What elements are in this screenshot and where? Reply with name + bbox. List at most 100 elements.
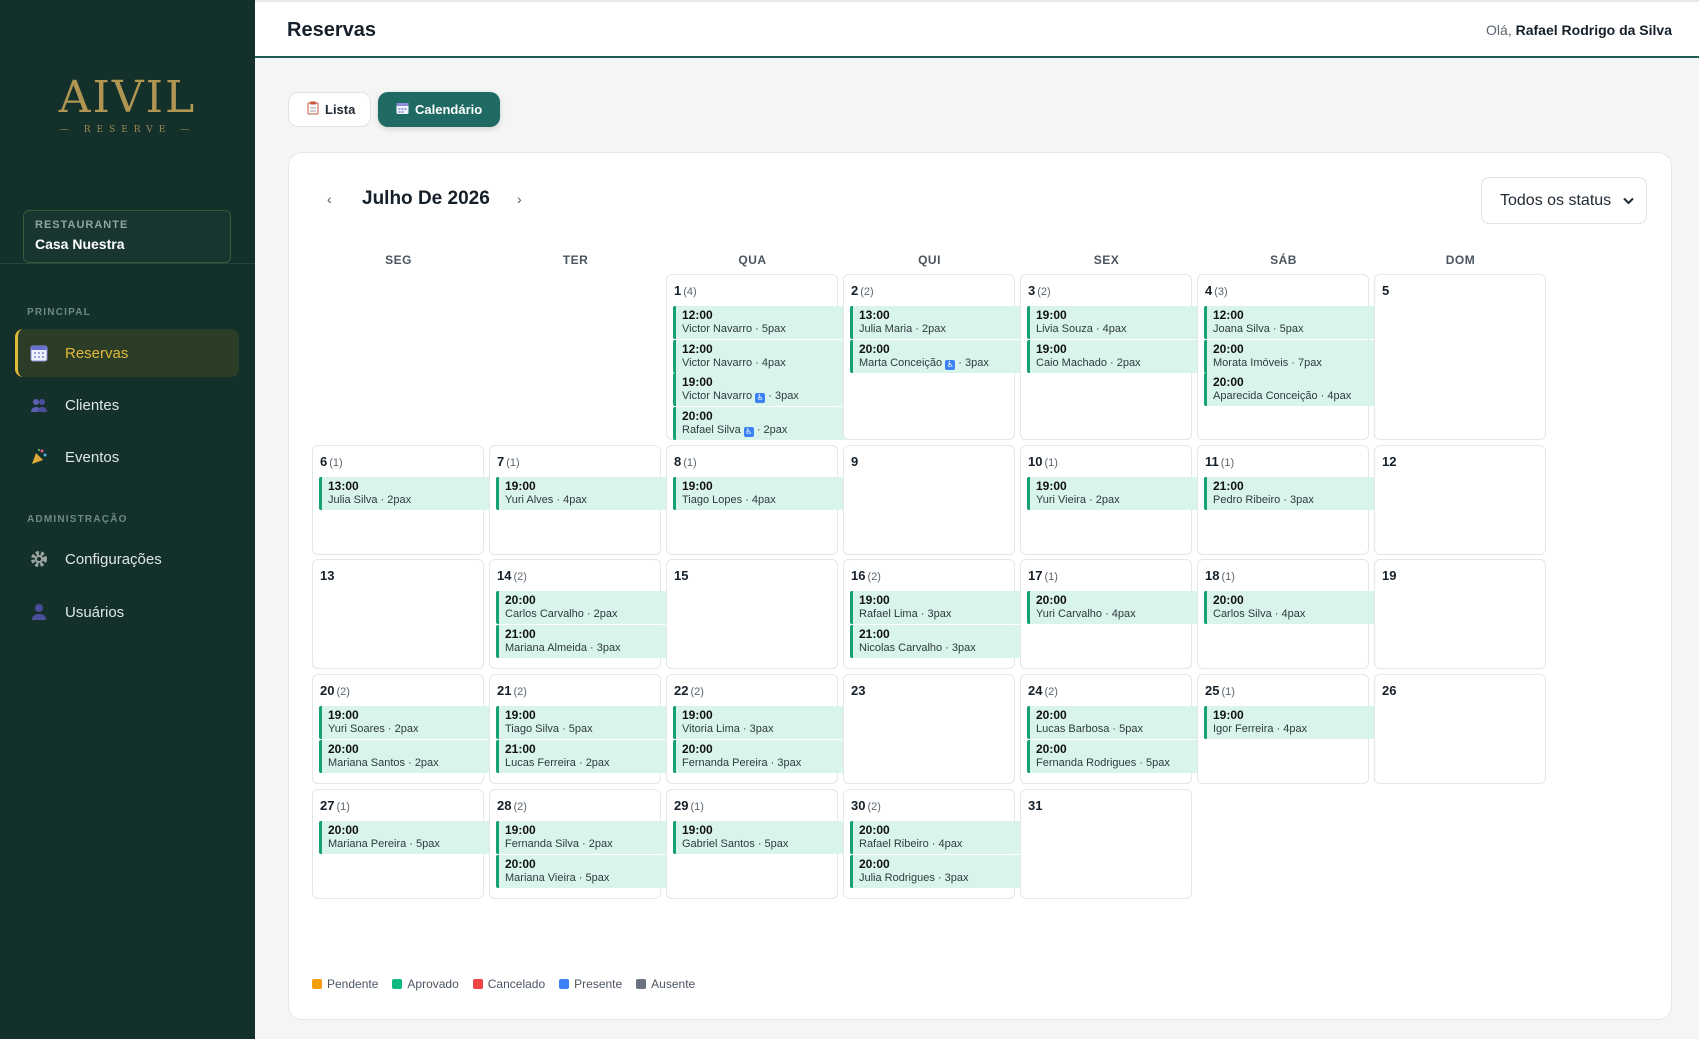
reservation-item[interactable]: 12:00 Victor Navarro · 4pax: [673, 339, 846, 373]
calendar-day-24[interactable]: 24 (2) 20:00 Lucas Barbosa · 5pax 20:00 Ferna…: [1020, 674, 1200, 784]
calendar-day-20[interactable]: 20 (2) 19:00 Yuri Soares · 2pax 20:00 Mariana…: [312, 674, 492, 784]
reservation-item[interactable]: 20:00 Morata Imóveis · 7pax: [1204, 339, 1377, 373]
reservation-item[interactable]: 20:00 Fernanda Rodrigues · 5pax: [1027, 739, 1200, 773]
calendar-day-23[interactable]: 23: [843, 674, 1015, 784]
calendar-day-19[interactable]: 19: [1374, 559, 1546, 669]
calendar-day-25[interactable]: 25 (1) 19:00 Igor Ferreira · 4pax: [1197, 674, 1377, 784]
reservation-guest-text: Livia Souza · 4pax: [1036, 323, 1127, 335]
reservation-item[interactable]: 20:00 Carlos Silva · 4pax: [1204, 591, 1377, 624]
calendar-day-17[interactable]: 17 (1) 20:00 Yuri Carvalho · 4pax: [1020, 559, 1200, 669]
reservation-item[interactable]: 12:00 Joana Silva · 5pax: [1204, 306, 1377, 339]
reservation-item[interactable]: 20:00 Fernanda Pereira · 3pax: [673, 739, 846, 773]
legend-item: Pendente: [312, 977, 378, 991]
legend-label: Aprovado: [407, 977, 459, 991]
reservation-item[interactable]: 20:00 Aparecida Conceição · 4pax: [1204, 373, 1377, 406]
reservation-item[interactable]: 13:00 Julia Silva · 2pax: [319, 477, 492, 510]
day-number: 7 (1): [497, 454, 520, 469]
sidebar-item-clientes[interactable]: Clientes: [15, 381, 239, 429]
reservation-item[interactable]: 20:00 Rafael Ribeiro · 4pax: [850, 821, 1023, 854]
reservation-guest: Mariana Santos · 2pax: [328, 756, 486, 770]
calendar-day-6[interactable]: 6 (1) 13:00 Julia Silva · 2pax: [312, 445, 492, 555]
reservation-item[interactable]: 19:00 Vitoria Lima · 3pax: [673, 706, 846, 739]
calendar-day-15[interactable]: 15: [666, 559, 838, 669]
reservation-item[interactable]: 19:00 Yuri Vieira · 2pax: [1027, 477, 1200, 510]
calendar-day-29[interactable]: 29 (1) 19:00 Gabriel Santos · 5pax: [666, 789, 846, 899]
day-number-text: 11: [1205, 454, 1219, 469]
calendar-day-12[interactable]: 12: [1374, 445, 1546, 555]
reservation-guest-text: Fernanda Pereira · 3pax: [682, 756, 802, 769]
day-number: 14 (2): [497, 568, 527, 583]
reservation-item[interactable]: 19:00 Tiago Silva · 5pax: [496, 706, 669, 739]
calendar-day-27[interactable]: 27 (1) 20:00 Mariana Pereira · 5pax: [312, 789, 492, 899]
calendar-day-14[interactable]: 14 (2) 20:00 Carlos Carvalho · 2pax 21:00 Mar…: [489, 559, 669, 669]
reservation-item[interactable]: 19:00 Yuri Alves · 4pax: [496, 477, 669, 510]
reservation-item[interactable]: 20:00 Mariana Pereira · 5pax: [319, 821, 492, 854]
restaurant-selector[interactable]: RESTAURANTE Casa Nuestra: [23, 210, 231, 263]
reservation-item[interactable]: 21:00 Nicolas Carvalho · 3pax: [850, 624, 1023, 658]
reservation-item[interactable]: 20:00 Mariana Santos · 2pax: [319, 739, 492, 773]
calendar-day-2[interactable]: 2 (2) 13:00 Julia Maria · 2pax 20:00 Marta Co…: [843, 274, 1023, 440]
reservation-item[interactable]: 19:00 Igor Ferreira · 4pax: [1204, 706, 1377, 739]
calendar-day-13[interactable]: 13: [312, 559, 484, 669]
reservation-time: 19:00: [505, 823, 536, 837]
reservation-item[interactable]: 13:00 Julia Maria · 2pax: [850, 306, 1023, 339]
sidebar-item-reservas[interactable]: Reservas: [15, 329, 239, 377]
reservation-guest: Caio Machado · 2pax: [1036, 356, 1194, 370]
reservation-count: (1): [1220, 457, 1235, 469]
reservation-item[interactable]: 19:00 Gabriel Santos · 5pax: [673, 821, 846, 854]
calendar-day-4[interactable]: 4 (3) 12:00 Joana Silva · 5pax 20:00 Morata I…: [1197, 274, 1377, 440]
list-view-button[interactable]: Lista: [288, 92, 371, 127]
reservation-item[interactable]: 20:00 Rafael Silva ♿ · 2pax: [673, 406, 846, 440]
day-number-text: 1: [674, 283, 682, 298]
day-number: 13: [320, 568, 334, 583]
reservation-guest-text: Nicolas Carvalho · 3pax: [859, 641, 976, 654]
calendar-day-30[interactable]: 30 (2) 20:00 Rafael Ribeiro · 4pax 20:00 Juli…: [843, 789, 1023, 899]
calendar-day-28[interactable]: 28 (2) 19:00 Fernanda Silva · 2pax 20:00 Mari…: [489, 789, 669, 899]
sidebar-item-configuracoes[interactable]: Configurações: [15, 535, 239, 583]
prev-month-button[interactable]: ‹: [327, 191, 332, 207]
calendar-day-1[interactable]: 1 (4) 12:00 Victor Navarro · 5pax 12:00 Victo…: [666, 274, 846, 440]
calendar-day-26[interactable]: 26: [1374, 674, 1546, 784]
reservation-count: (2): [1037, 286, 1051, 298]
calendar-day-11[interactable]: 11 (1) 21:00 Pedro Ribeiro · 3pax: [1197, 445, 1377, 555]
reservation-item[interactable]: 20:00 Marta Conceição ♿ · 3pax: [850, 339, 1023, 373]
calendar-day-31[interactable]: 31: [1020, 789, 1192, 899]
sidebar-item-usuarios[interactable]: Usuários: [15, 588, 239, 636]
reservation-item[interactable]: 19:00 Tiago Lopes · 4pax: [673, 477, 846, 510]
calendar-view-button[interactable]: Calendário: [378, 92, 500, 127]
reservation-guest: Mariana Almeida · 3pax: [505, 641, 663, 655]
reservation-item[interactable]: 20:00 Carlos Carvalho · 2pax: [496, 591, 669, 624]
calendar-card: ‹ Julho De 2026 › Todos os status SEG TER…: [288, 152, 1672, 1020]
reservation-item[interactable]: 19:00 Yuri Soares · 2pax: [319, 706, 492, 739]
calendar-day-10[interactable]: 10 (1) 19:00 Yuri Vieira · 2pax: [1020, 445, 1200, 555]
sidebar-item-eventos[interactable]: Eventos: [15, 433, 239, 481]
reservation-item[interactable]: 19:00 Livia Souza · 4pax: [1027, 306, 1200, 339]
reservation-item[interactable]: 19:00 Fernanda Silva · 2pax: [496, 821, 669, 854]
calendar-day-22[interactable]: 22 (2) 19:00 Vitoria Lima · 3pax 20:00 Fernan…: [666, 674, 846, 784]
calendar-day-3[interactable]: 3 (2) 19:00 Livia Souza · 4pax 19:00 Caio Mac…: [1020, 274, 1200, 440]
list-view-label: Lista: [325, 102, 356, 117]
reservation-item[interactable]: 19:00 Caio Machado · 2pax: [1027, 339, 1200, 373]
reservation-time: 20:00: [1213, 341, 1244, 356]
calendar-day-7[interactable]: 7 (1) 19:00 Yuri Alves · 4pax: [489, 445, 669, 555]
reservation-item[interactable]: 20:00 Mariana Vieira · 5pax: [496, 854, 669, 888]
calendar-day-5[interactable]: 5: [1374, 274, 1546, 440]
reservation-item[interactable]: 19:00 Rafael Lima · 3pax: [850, 591, 1023, 624]
calendar-day-16[interactable]: 16 (2) 19:00 Rafael Lima · 3pax 21:00 Nicolas…: [843, 559, 1023, 669]
reservation-item[interactable]: 20:00 Lucas Barbosa · 5pax: [1027, 706, 1200, 739]
calendar-day-9[interactable]: 9: [843, 445, 1015, 555]
reservation-item[interactable]: 21:00 Lucas Ferreira · 2pax: [496, 739, 669, 773]
reservation-item[interactable]: 19:00 Victor Navarro ♿ · 3pax: [673, 373, 846, 406]
user-name: Rafael Rodrigo da Silva: [1515, 22, 1672, 38]
weekday-header: QUA: [738, 253, 767, 267]
reservation-item[interactable]: 20:00 Yuri Carvalho · 4pax: [1027, 591, 1200, 624]
calendar-day-8[interactable]: 8 (1) 19:00 Tiago Lopes · 4pax: [666, 445, 846, 555]
reservation-item[interactable]: 21:00 Pedro Ribeiro · 3pax: [1204, 477, 1377, 510]
status-filter-select[interactable]: Todos os status: [1481, 177, 1647, 224]
reservation-item[interactable]: 20:00 Julia Rodrigues · 3pax: [850, 854, 1023, 888]
next-month-button[interactable]: ›: [517, 191, 522, 207]
reservation-item[interactable]: 21:00 Mariana Almeida · 3pax: [496, 624, 669, 658]
calendar-day-21[interactable]: 21 (2) 19:00 Tiago Silva · 5pax 21:00 Lucas F…: [489, 674, 669, 784]
reservation-item[interactable]: 12:00 Victor Navarro · 5pax: [673, 306, 846, 339]
calendar-day-18[interactable]: 18 (1) 20:00 Carlos Silva · 4pax: [1197, 559, 1377, 669]
